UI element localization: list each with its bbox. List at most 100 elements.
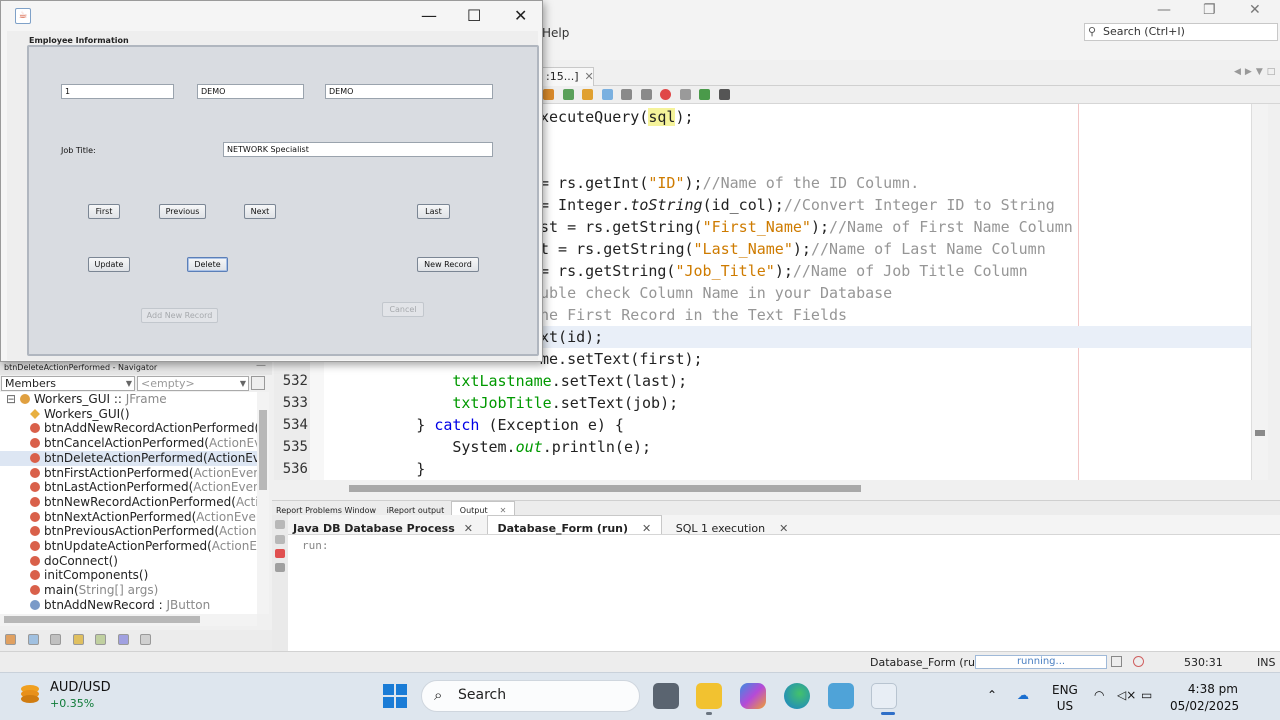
ide-maximize-button[interactable]: ❐ xyxy=(1203,2,1216,18)
navigator-options-icon[interactable] xyxy=(251,376,265,390)
code-line[interactable]: 532 txtLastname.setText(last); xyxy=(274,370,1251,392)
shift-left-icon[interactable] xyxy=(621,89,632,100)
scroll-thumb[interactable] xyxy=(4,616,200,623)
search-next-icon[interactable] xyxy=(582,89,593,100)
file-explorer-icon[interactable] xyxy=(696,683,722,709)
previous-button[interactable]: Previous xyxy=(159,204,206,219)
output-console[interactable] xyxy=(288,535,1280,651)
add-new-record-button[interactable]: Add New Record xyxy=(141,308,218,323)
code-line[interactable]: 534 } catch (Exception e) { xyxy=(274,414,1251,436)
clock[interactable]: 4:38 pm 05/02/2025 xyxy=(1170,681,1239,715)
navigator-item[interactable]: btnDeleteActionPerformed(ActionEvent evt… xyxy=(0,450,257,466)
rerun-icon[interactable] xyxy=(275,520,285,529)
navigator-item[interactable]: btnAddNewRecord : JButton xyxy=(0,598,257,613)
tab-database-form-run[interactable]: Database_Form (run) ✕ xyxy=(486,515,663,535)
navigator-item[interactable]: Workers_GUI() xyxy=(0,407,257,422)
cancel-button[interactable]: Cancel xyxy=(382,302,424,317)
stop-macro-icon[interactable] xyxy=(679,89,691,100)
first-name-field[interactable]: DEMO xyxy=(197,84,304,99)
next-button[interactable]: Next xyxy=(244,204,276,219)
navigator-item[interactable]: main(String[] args) xyxy=(0,583,257,598)
code-line[interactable]: 536 } xyxy=(274,458,1251,480)
uncomment-icon[interactable] xyxy=(718,89,730,100)
members-combo[interactable]: Members ▼ xyxy=(1,376,135,391)
battery-icon[interactable]: ▭ xyxy=(1141,688,1152,702)
navigator-item[interactable]: btnUpdateActionPerformed(ActionEvent evt xyxy=(0,539,257,554)
navigator-horizontal-scrollbar[interactable] xyxy=(0,614,257,626)
java-app-icon[interactable] xyxy=(871,683,897,709)
tab-java-db-process[interactable]: Java DB Database Process ✕ xyxy=(288,516,483,535)
new-record-button[interactable]: New Record xyxy=(417,257,479,272)
back-icon[interactable] xyxy=(543,89,554,100)
tab-scroll-arrows[interactable]: ◀▶▼□ xyxy=(1234,67,1279,77)
toggle-highlight-icon[interactable] xyxy=(601,89,613,100)
virtualbox-icon[interactable] xyxy=(828,683,854,709)
maximize-button[interactable]: ☐ xyxy=(467,6,481,25)
cancel-process-icon[interactable] xyxy=(1111,656,1122,667)
tab-output[interactable]: Output ✕ xyxy=(450,501,516,515)
menu-help[interactable]: Help xyxy=(542,26,569,40)
ide-minimize-button[interactable]: — xyxy=(1157,2,1171,18)
navigator-item[interactable]: btnLastActionPerformed(ActionEvent evt) xyxy=(0,480,257,495)
navigator-item[interactable]: doConnect() xyxy=(0,554,257,569)
language-indicator[interactable]: ENG US xyxy=(1052,682,1078,714)
navigator-item[interactable]: btnFirstActionPerformed(ActionEvent evt) xyxy=(0,466,257,481)
sort-by-name-icon[interactable] xyxy=(117,634,129,645)
stop-icon[interactable] xyxy=(275,549,285,558)
scroll-thumb[interactable] xyxy=(259,410,267,490)
wifi-icon[interactable]: ◠ xyxy=(1094,688,1104,702)
filter-static-icon[interactable] xyxy=(50,634,61,645)
rerun-params-icon[interactable] xyxy=(275,535,285,544)
settings-icon[interactable] xyxy=(275,563,285,572)
shift-right-icon[interactable] xyxy=(640,89,652,100)
sort-by-source-icon[interactable] xyxy=(140,634,151,645)
update-button[interactable]: Update xyxy=(88,257,130,272)
filter-inherited-icon[interactable] xyxy=(95,634,106,645)
navigator-item[interactable]: btnAddNewRecordActionPerformed(ActionE xyxy=(0,421,257,436)
ide-search-input[interactable]: ⚲ Search (Ctrl+I) xyxy=(1084,23,1278,41)
record-macro-icon[interactable] xyxy=(660,89,671,100)
taskbar-search[interactable]: ⌕ Search xyxy=(421,680,640,712)
filter-fields-icon[interactable] xyxy=(27,634,39,645)
mute-icon[interactable]: ◁× xyxy=(1117,688,1136,702)
editor-vertical-scrollbar[interactable] xyxy=(1251,104,1268,480)
ticker-name[interactable]: AUD/USD xyxy=(50,680,111,695)
onedrive-icon[interactable]: ☁ xyxy=(1017,688,1029,702)
close-button[interactable]: ✕ xyxy=(514,6,527,25)
copilot-icon[interactable] xyxy=(740,683,766,709)
filter-nonpublic-icon[interactable] xyxy=(72,634,84,645)
close-icon[interactable]: ✕ xyxy=(584,70,593,83)
task-view-icon[interactable] xyxy=(653,683,679,709)
first-button[interactable]: First xyxy=(88,204,120,219)
scroll-thumb[interactable] xyxy=(349,485,861,492)
editor-tab[interactable]: :15...] ✕ xyxy=(542,67,594,86)
chevron-up-icon[interactable]: ⌃ xyxy=(987,688,997,702)
minimize-button[interactable]: — xyxy=(421,6,437,25)
navigator-item[interactable]: btnNewRecordActionPerformed(ActionEvent xyxy=(0,495,257,510)
navigator-item[interactable]: btnCancelActionPerformed(ActionEvent evt… xyxy=(0,436,257,451)
id-field[interactable]: 1 xyxy=(61,84,174,99)
tab-sql-execution[interactable]: SQL 1 execution ✕ xyxy=(666,516,799,535)
edge-icon[interactable] xyxy=(784,683,810,709)
empty-combo[interactable]: <empty> ▼ xyxy=(137,376,249,391)
navigator-vertical-scrollbar[interactable] xyxy=(257,392,269,614)
status-process[interactable]: Database_Form (run) xyxy=(870,656,986,669)
notifications-icon[interactable] xyxy=(1133,656,1144,667)
job-title-field[interactable]: NETWORK Specialist xyxy=(223,142,493,157)
delete-button[interactable]: Delete xyxy=(187,257,228,272)
currency-widget-icon[interactable] xyxy=(18,682,42,706)
last-button[interactable]: Last xyxy=(417,204,450,219)
navigator-item[interactable]: btnNextActionPerformed(ActionEvent evt) xyxy=(0,510,257,525)
filter-icon[interactable] xyxy=(5,634,16,645)
start-icon[interactable] xyxy=(383,684,407,708)
navigator-item[interactable]: btnPreviousActionPerformed(ActionEvent e… xyxy=(0,524,257,539)
code-line[interactable]: 533 txtJobTitle.setText(job); xyxy=(274,392,1251,414)
last-name-field[interactable]: DEMO xyxy=(325,84,493,99)
navigator-item[interactable]: initComponents() xyxy=(0,568,257,583)
comment-icon[interactable] xyxy=(699,89,710,100)
editor-horizontal-scrollbar[interactable] xyxy=(274,480,1251,497)
search-prev-icon[interactable] xyxy=(562,89,574,100)
code-line[interactable]: 535 System.out.println(e); xyxy=(274,436,1251,458)
collapse-icon[interactable]: ⊟ xyxy=(6,392,20,406)
navigator-item[interactable]: ⊟ Workers_GUI :: JFrame xyxy=(0,392,257,407)
